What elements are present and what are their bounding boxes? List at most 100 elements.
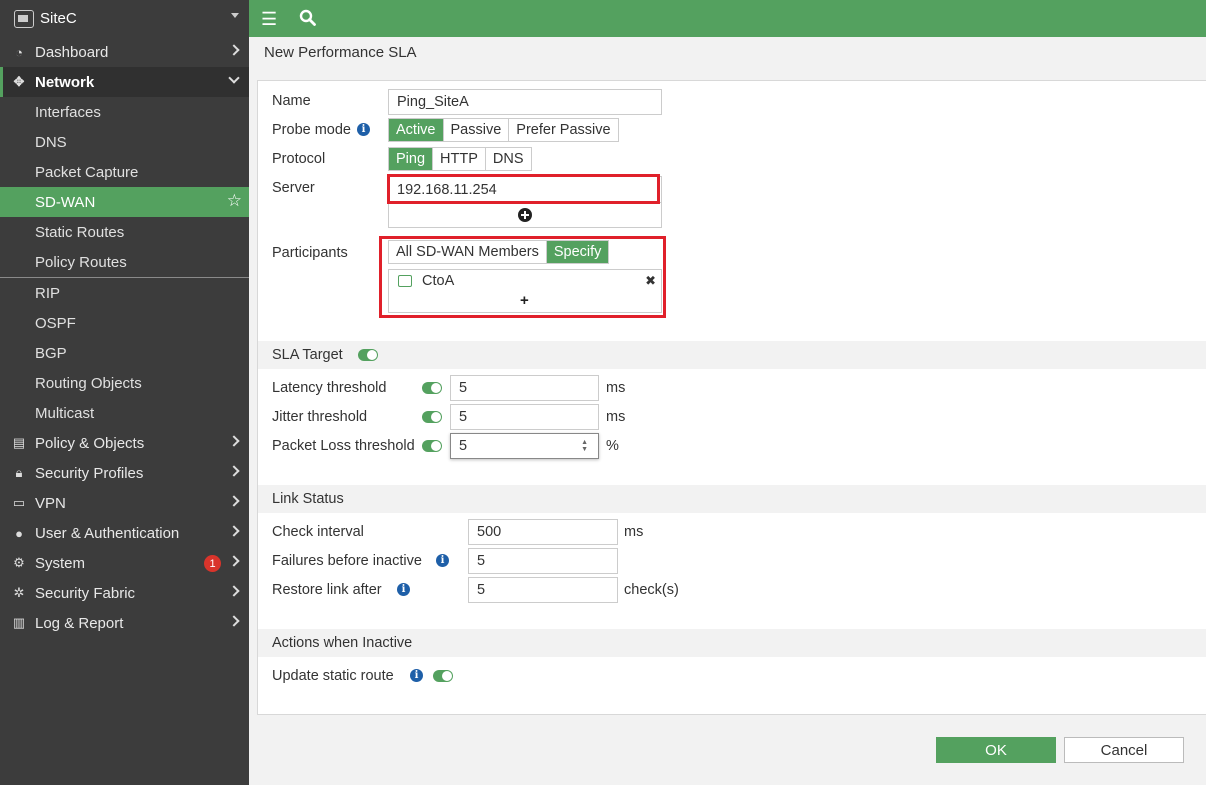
info-icon[interactable]: i bbox=[357, 123, 370, 136]
cancel-button[interactable]: Cancel bbox=[1064, 737, 1184, 763]
restore-input[interactable]: 5 bbox=[468, 577, 618, 603]
sidebar-sub-label: Routing Objects bbox=[35, 374, 142, 392]
sidebar-sub-packet-capture[interactable]: Packet Capture bbox=[0, 157, 249, 187]
latency-input[interactable]: 5 bbox=[450, 375, 599, 401]
section-title: Actions when Inactive bbox=[272, 635, 413, 651]
sidebar-item-policy-objects[interactable]: ▤ Policy & Objects bbox=[0, 428, 249, 458]
sidebar-item-label: Network bbox=[35, 73, 95, 91]
check-interval-unit: ms bbox=[624, 524, 644, 540]
jitter-input[interactable]: 5 bbox=[450, 404, 599, 430]
info-icon[interactable]: i bbox=[436, 554, 449, 567]
sidebar-item-vpn[interactable]: ▭ VPN bbox=[0, 488, 249, 518]
sidebar-item-security-fabric[interactable]: ✲ Security Fabric bbox=[0, 578, 249, 608]
jitter-label: Jitter threshold bbox=[272, 409, 368, 425]
bar-chart-icon: ▥ bbox=[12, 615, 26, 630]
notification-badge: 1 bbox=[204, 555, 221, 572]
device-selector[interactable]: SiteC bbox=[0, 0, 249, 37]
policy-icon: ▤ bbox=[12, 435, 26, 450]
server-label: Server bbox=[272, 180, 315, 196]
sidebar-sub-bgp[interactable]: BGP bbox=[0, 338, 249, 368]
fabric-icon: ✲ bbox=[13, 585, 25, 600]
device-icon bbox=[14, 9, 34, 28]
sidebar-sub-label: Multicast bbox=[35, 404, 95, 422]
latency-toggle[interactable] bbox=[422, 382, 442, 394]
sidebar-item-label: Dashboard bbox=[35, 43, 109, 61]
sidebar-sub-label: DNS bbox=[35, 133, 67, 151]
update-static-route-toggle[interactable] bbox=[433, 670, 453, 682]
restore-unit: check(s) bbox=[624, 582, 679, 598]
probe-mode-label: Probe mode bbox=[272, 122, 351, 138]
failures-label: Failures before inactive bbox=[272, 553, 422, 569]
sidebar-item-label: System bbox=[35, 554, 86, 572]
protocol-http[interactable]: HTTP bbox=[433, 148, 486, 170]
protocol-ping[interactable]: Ping bbox=[389, 148, 434, 170]
latency-label: Latency threshold bbox=[272, 380, 387, 396]
sidebar-item-system[interactable]: ⚙ System 1 bbox=[0, 548, 249, 578]
sidebar-sub-interfaces[interactable]: Interfaces bbox=[0, 97, 249, 127]
lock-icon: 🔒︎ bbox=[15, 465, 23, 480]
sidebar-item-user-authentication[interactable]: ● User & Authentication bbox=[0, 518, 249, 548]
form-panel: Name Ping_SiteA Probe mode i Active Pass… bbox=[257, 80, 1206, 715]
sla-target-section: SLA Target bbox=[258, 341, 1206, 369]
section-title: Link Status bbox=[272, 491, 344, 507]
sidebar-item-label: Policy & Objects bbox=[35, 434, 145, 452]
sla-target-toggle[interactable] bbox=[358, 349, 378, 361]
check-interval-label: Check interval bbox=[272, 524, 364, 540]
sidebar-sub-label: Static Routes bbox=[35, 223, 125, 241]
packet-loss-input[interactable]: 5 ▲ ▼ bbox=[450, 433, 599, 459]
packet-loss-label: Packet Loss threshold bbox=[272, 438, 415, 454]
sidebar-sub-rip[interactable]: RIP bbox=[0, 278, 249, 308]
packet-loss-toggle[interactable] bbox=[422, 440, 442, 452]
sidebar-item-network[interactable]: ✥ Network bbox=[0, 67, 249, 97]
sidebar: SiteC ◔ Dashboard ✥ Network Interfaces D… bbox=[0, 0, 249, 785]
sidebar-sub-label: BGP bbox=[35, 344, 67, 362]
probe-mode-passive[interactable]: Passive bbox=[444, 119, 510, 141]
network-icon: ✥ bbox=[13, 74, 25, 89]
sidebar-sub-multicast[interactable]: Multicast bbox=[0, 398, 249, 428]
gear-icon: ⚙ bbox=[13, 555, 25, 570]
protocol-selector: Ping HTTP DNS bbox=[388, 147, 532, 171]
jitter-toggle[interactable] bbox=[422, 411, 442, 423]
info-icon[interactable]: i bbox=[410, 669, 423, 682]
link-status-section: Link Status bbox=[258, 485, 1206, 513]
sidebar-sub-static-routes[interactable]: Static Routes bbox=[0, 217, 249, 247]
packet-loss-unit: % bbox=[606, 438, 619, 454]
protocol-label: Protocol bbox=[272, 151, 326, 167]
sidebar-item-log-report[interactable]: ▥ Log & Report bbox=[0, 608, 249, 638]
search-icon[interactable] bbox=[299, 9, 316, 31]
sidebar-sub-ospf[interactable]: OSPF bbox=[0, 308, 249, 338]
add-server-button[interactable] bbox=[388, 202, 662, 228]
ok-button[interactable]: OK bbox=[936, 737, 1056, 763]
caret-down-icon bbox=[231, 13, 239, 18]
sidebar-sub-label: RIP bbox=[35, 284, 61, 302]
info-icon[interactable]: i bbox=[397, 583, 410, 596]
sidebar-sub-label: Interfaces bbox=[35, 103, 101, 121]
protocol-dns[interactable]: DNS bbox=[486, 148, 531, 170]
star-icon[interactable]: ☆ bbox=[227, 191, 242, 211]
sidebar-sub-dns[interactable]: DNS bbox=[0, 127, 249, 157]
probe-mode-prefer-passive[interactable]: Prefer Passive bbox=[509, 119, 617, 141]
chevron-right-icon bbox=[228, 435, 240, 447]
chevron-right-icon bbox=[228, 495, 240, 507]
sidebar-sub-sd-wan[interactable]: SD-WAN ☆ bbox=[0, 187, 249, 217]
sidebar-item-label: Security Profiles bbox=[35, 464, 144, 482]
sidebar-sub-policy-routes[interactable]: Policy Routes bbox=[0, 247, 249, 277]
hamburger-menu-icon[interactable]: ☰ bbox=[261, 9, 277, 30]
sidebar-item-label: VPN bbox=[35, 494, 66, 512]
sidebar-sub-label: OSPF bbox=[35, 314, 76, 332]
participants-label: Participants bbox=[272, 245, 348, 261]
probe-mode-active[interactable]: Active bbox=[389, 119, 444, 141]
sidebar-sub-routing-objects[interactable]: Routing Objects bbox=[0, 368, 249, 398]
failures-input[interactable]: 5 bbox=[468, 548, 618, 574]
check-interval-input[interactable]: 500 bbox=[468, 519, 618, 545]
name-input[interactable]: Ping_SiteA bbox=[388, 89, 662, 115]
user-icon: ● bbox=[15, 525, 23, 541]
sidebar-item-security-profiles[interactable]: 🔒︎ Security Profiles bbox=[0, 458, 249, 488]
top-bar: ☰ bbox=[249, 0, 1206, 37]
highlight-server bbox=[387, 174, 660, 204]
sidebar-item-dashboard[interactable]: ◔ Dashboard bbox=[0, 37, 249, 67]
spinner-icon[interactable]: ▲ ▼ bbox=[581, 439, 588, 453]
section-title: SLA Target bbox=[272, 347, 343, 363]
sidebar-sub-label: Policy Routes bbox=[35, 253, 127, 271]
sidebar-sub-label: SD-WAN bbox=[35, 193, 96, 211]
